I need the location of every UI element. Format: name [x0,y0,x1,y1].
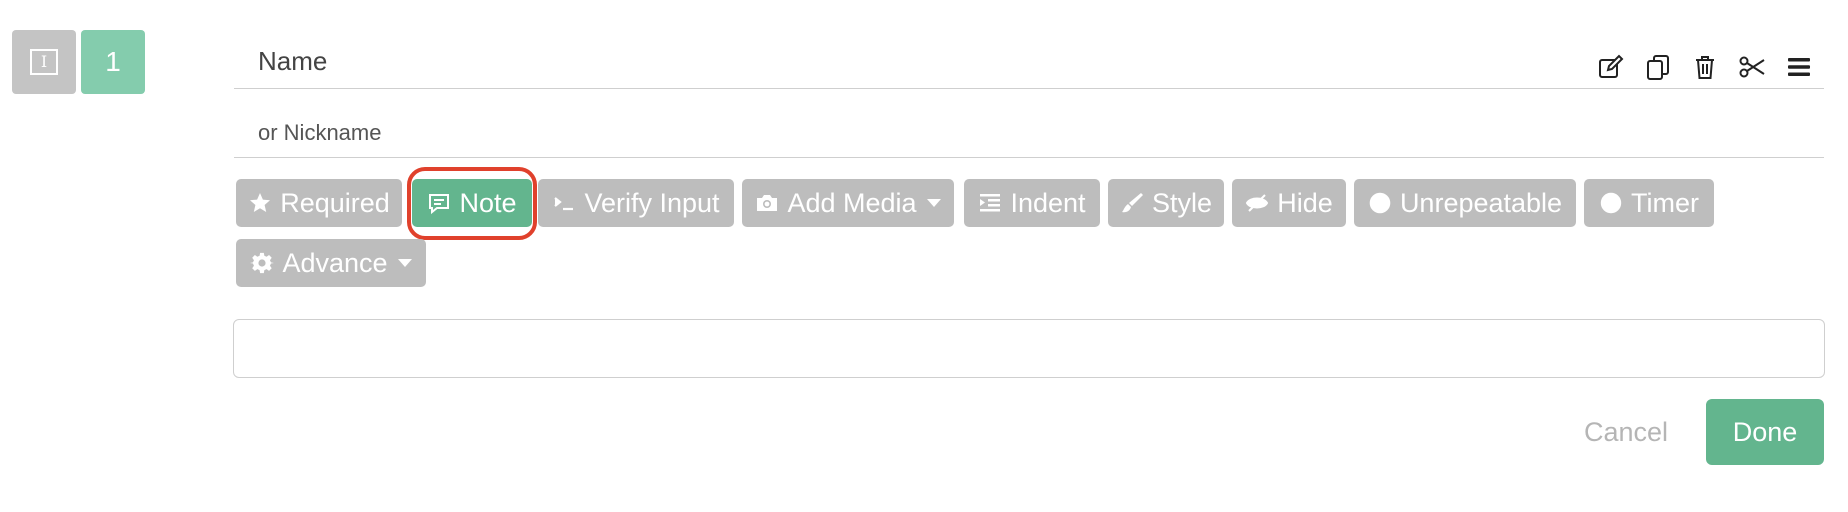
text-input-type-icon: I [30,49,58,75]
terminal-icon [554,197,574,211]
question-toolbar [1596,50,1814,84]
type-glyph: I [40,52,48,71]
delete-button[interactable] [1690,52,1720,82]
duplicate-icon [1647,55,1669,80]
comment-icon [429,194,450,215]
question-nickname-field[interactable]: or Nickname [234,112,1824,158]
edit-icon [1599,54,1624,78]
indent-label: Indent [1010,187,1086,218]
ban-icon [1369,192,1391,214]
verify-input-button[interactable]: Verify Input [538,179,734,227]
menu-icon [1788,58,1810,76]
cancel-label: Cancel [1583,416,1669,447]
timer-button[interactable]: Timer [1584,179,1714,227]
hide-button[interactable]: Hide [1232,179,1346,227]
question-nickname: or Nickname [258,120,382,145]
indent-icon [980,194,1001,212]
scissors-icon [1739,56,1765,78]
paintbrush-icon [1121,193,1143,213]
duplicate-button[interactable] [1643,52,1673,82]
verify-input-label: Verify Input [584,187,720,218]
more-menu-button[interactable] [1784,52,1814,82]
camera-icon [757,195,778,211]
unrepeatable-button[interactable]: Unrepeatable [1354,179,1576,227]
question-type-badge[interactable]: I [12,30,76,94]
question-name-field[interactable]: Name [234,36,1824,89]
add-media-label: Add Media [787,187,917,218]
clock-icon [1600,192,1622,214]
indent-button[interactable]: Indent [964,179,1100,227]
chevron-down-icon [926,199,941,207]
note-text-input[interactable] [233,319,1825,378]
cancel-button[interactable]: Cancel [1576,402,1676,462]
gear-icon [250,252,275,274]
required-label: Required [280,187,390,218]
done-label: Done [1732,416,1798,447]
star-icon [250,193,271,212]
unrepeatable-label: Unrepeatable [1399,187,1563,218]
style-button[interactable]: Style [1108,179,1224,227]
timer-label: Timer [1631,187,1699,218]
done-button[interactable]: Done [1706,399,1824,465]
required-button[interactable]: Required [236,179,402,227]
hide-label: Hide [1277,187,1333,218]
style-label: Style [1151,187,1213,218]
advance-button[interactable]: Advance [236,239,426,287]
note-label: Note [459,187,517,218]
add-media-button[interactable]: Add Media [742,179,954,227]
question-editor: I 1 Name or Nickname Required Note Verif… [0,0,1848,512]
question-number-badge[interactable]: 1 [81,30,145,94]
question-name: Name [258,46,328,76]
trash-icon [1696,56,1714,79]
edit-button[interactable] [1596,52,1626,82]
advance-label: Advance [282,247,388,278]
chevron-down-icon [397,259,412,267]
question-number: 1 [105,46,121,77]
note-button[interactable]: Note [412,179,532,227]
eye-slash-icon [1246,194,1269,212]
cut-button[interactable] [1737,52,1767,82]
